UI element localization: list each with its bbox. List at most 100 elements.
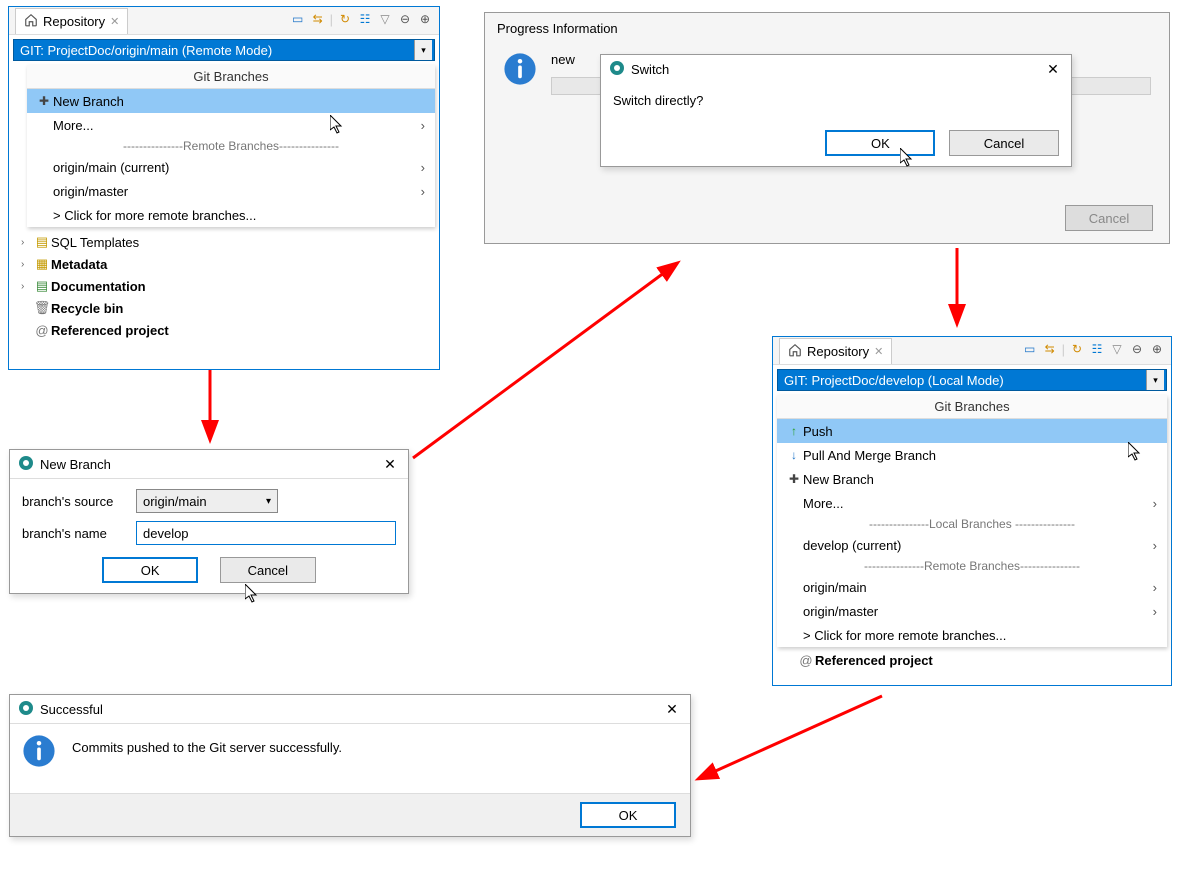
more-label: More... xyxy=(53,118,93,133)
branch-source-value: origin/main xyxy=(143,494,207,509)
branch-source-select[interactable]: origin/main ▾ xyxy=(136,489,278,513)
new-branch-title: New Branch xyxy=(40,457,111,472)
git-branches-dropdown-2: Git Branches ↑ Push ↓ Pull And Merge Bra… xyxy=(777,395,1167,647)
repository-panel-1: Repository ✕ ▭ ⇆ | ↻ ☷ ▽ ⊖ ⊕ GIT: Projec… xyxy=(8,6,440,370)
dropdown-icon[interactable]: ▽ xyxy=(1109,341,1125,357)
sync-icon[interactable]: ⇆ xyxy=(310,11,326,27)
arrow-up-icon: ↑ xyxy=(785,424,803,438)
expand-icon[interactable]: › xyxy=(21,237,33,248)
plus-icon: ✚ xyxy=(35,94,53,108)
tree-referenced[interactable]: @ Referenced project xyxy=(9,319,439,341)
tree-label: Documentation xyxy=(51,279,146,294)
repository-tab-label: Repository xyxy=(807,344,869,359)
repository-tabbar-1: Repository ✕ ▭ ⇆ | ↻ ☷ ▽ ⊖ ⊕ xyxy=(9,7,439,35)
expand-icon[interactable]: › xyxy=(21,281,33,292)
info-icon xyxy=(22,734,56,771)
metadata-icon: ▦ xyxy=(33,256,51,272)
git-branches-dropdown: Git Branches ✚ New Branch More... › ----… xyxy=(27,65,435,227)
more-remote-item[interactable]: > Click for more remote branches... xyxy=(27,203,435,227)
origin-main-item[interactable]: origin/main › xyxy=(777,575,1167,599)
view-icon[interactable]: ☷ xyxy=(357,11,373,27)
new-branch-item[interactable]: ✚ New Branch xyxy=(27,89,435,113)
save-icon[interactable]: ▭ xyxy=(1022,341,1038,357)
dropdown-button-icon[interactable]: ▾ xyxy=(1146,370,1164,390)
trash-icon: 🗑 xyxy=(33,300,51,316)
close-button[interactable]: ✕ xyxy=(660,699,684,719)
origin-master-item[interactable]: origin/master › xyxy=(777,599,1167,623)
origin-master-label: origin/master xyxy=(803,604,878,619)
view-icon[interactable]: ☷ xyxy=(1089,341,1105,357)
at-icon: @ xyxy=(33,323,51,338)
push-item[interactable]: ↑ Push xyxy=(777,419,1167,443)
new-branch-label: New Branch xyxy=(803,472,874,487)
minimize-icon[interactable]: ⊖ xyxy=(397,11,413,27)
new-branch-item[interactable]: ✚ New Branch xyxy=(777,467,1167,491)
flow-arrow-2 xyxy=(408,258,688,468)
successful-titlebar: Successful ✕ xyxy=(10,695,690,723)
push-label: Push xyxy=(803,424,833,439)
tree-metadata[interactable]: › ▦ Metadata xyxy=(9,253,439,275)
minimize-icon[interactable]: ⊖ xyxy=(1129,341,1145,357)
sql-icon: ▤ xyxy=(33,234,51,250)
chevron-right-icon: › xyxy=(1153,604,1157,619)
ok-button[interactable]: OK xyxy=(102,557,198,583)
close-button[interactable]: ✕ xyxy=(1041,59,1065,79)
repository-tab[interactable]: Repository ✕ xyxy=(15,8,128,34)
tree-sql-templates[interactable]: › ▤ SQL Templates xyxy=(9,231,439,253)
successful-message: Commits pushed to the Git server success… xyxy=(72,734,342,755)
new-branch-titlebar: New Branch ✕ xyxy=(10,450,408,478)
app-icon xyxy=(609,60,625,79)
git-branch-select[interactable]: GIT: ProjectDoc/origin/main (Remote Mode… xyxy=(13,39,435,61)
tree-referenced[interactable]: @ Referenced project xyxy=(773,649,1171,671)
chevron-right-icon: › xyxy=(1153,580,1157,595)
git-branch-select[interactable]: GIT: ProjectDoc/develop (Local Mode) ▾ xyxy=(777,369,1167,391)
repository-tab[interactable]: Repository ✕ xyxy=(779,338,892,364)
switch-question: Switch directly? xyxy=(613,93,1059,108)
branch-name-input[interactable] xyxy=(136,521,396,545)
save-icon[interactable]: ▭ xyxy=(290,11,306,27)
cancel-button[interactable]: Cancel xyxy=(220,557,316,583)
progress-title: Progress Information xyxy=(485,13,1169,44)
close-button[interactable]: ✕ xyxy=(378,454,402,474)
origin-main-item[interactable]: origin/main (current) › xyxy=(27,155,435,179)
repository-toolbar: ▭ ⇆ | ↻ ☷ ▽ ⊖ ⊕ xyxy=(290,11,433,27)
ok-button[interactable]: OK xyxy=(580,802,676,828)
more-label: More... xyxy=(803,496,843,511)
flow-arrow-4 xyxy=(692,690,892,790)
successful-title: Successful xyxy=(40,702,103,717)
tree-label: Referenced project xyxy=(815,653,933,668)
close-tab-icon[interactable]: ✕ xyxy=(110,15,119,28)
chevron-right-icon: › xyxy=(1153,538,1157,553)
chevron-right-icon: › xyxy=(421,160,425,175)
cancel-button[interactable]: Cancel xyxy=(1065,205,1153,231)
more-item[interactable]: More... › xyxy=(777,491,1167,515)
branches-header: Git Branches xyxy=(777,395,1167,419)
develop-item[interactable]: develop (current) › xyxy=(777,533,1167,557)
dropdown-icon[interactable]: ▽ xyxy=(377,11,393,27)
git-branch-select-label: GIT: ProjectDoc/develop (Local Mode) xyxy=(784,373,1004,388)
maximize-icon[interactable]: ⊕ xyxy=(1149,341,1165,357)
origin-master-item[interactable]: origin/master › xyxy=(27,179,435,203)
arrow-down-icon: ↓ xyxy=(785,448,803,462)
doc-icon: ▤ xyxy=(33,278,51,294)
cancel-button[interactable]: Cancel xyxy=(949,130,1059,156)
tree-recycle[interactable]: 🗑 Recycle bin xyxy=(9,297,439,319)
pull-item[interactable]: ↓ Pull And Merge Branch xyxy=(777,443,1167,467)
more-item[interactable]: More... › xyxy=(27,113,435,137)
dropdown-button-icon[interactable]: ▾ xyxy=(414,40,432,60)
chevron-right-icon: › xyxy=(1153,496,1157,511)
sync-icon[interactable]: ⇆ xyxy=(1042,341,1058,357)
origin-master-label: origin/master xyxy=(53,184,128,199)
git-branch-select-label: GIT: ProjectDoc/origin/main (Remote Mode… xyxy=(20,43,272,58)
origin-main-label: origin/main (current) xyxy=(53,160,169,175)
close-tab-icon[interactable]: ✕ xyxy=(874,345,883,358)
ok-button[interactable]: OK xyxy=(825,130,935,156)
refresh-icon[interactable]: ↻ xyxy=(1069,341,1085,357)
flow-arrow-3 xyxy=(942,248,972,334)
more-remote-label: > Click for more remote branches... xyxy=(803,628,1006,643)
expand-icon[interactable]: › xyxy=(21,259,33,270)
refresh-icon[interactable]: ↻ xyxy=(337,11,353,27)
more-remote-item[interactable]: > Click for more remote branches... xyxy=(777,623,1167,647)
tree-documentation[interactable]: › ▤ Documentation xyxy=(9,275,439,297)
maximize-icon[interactable]: ⊕ xyxy=(417,11,433,27)
